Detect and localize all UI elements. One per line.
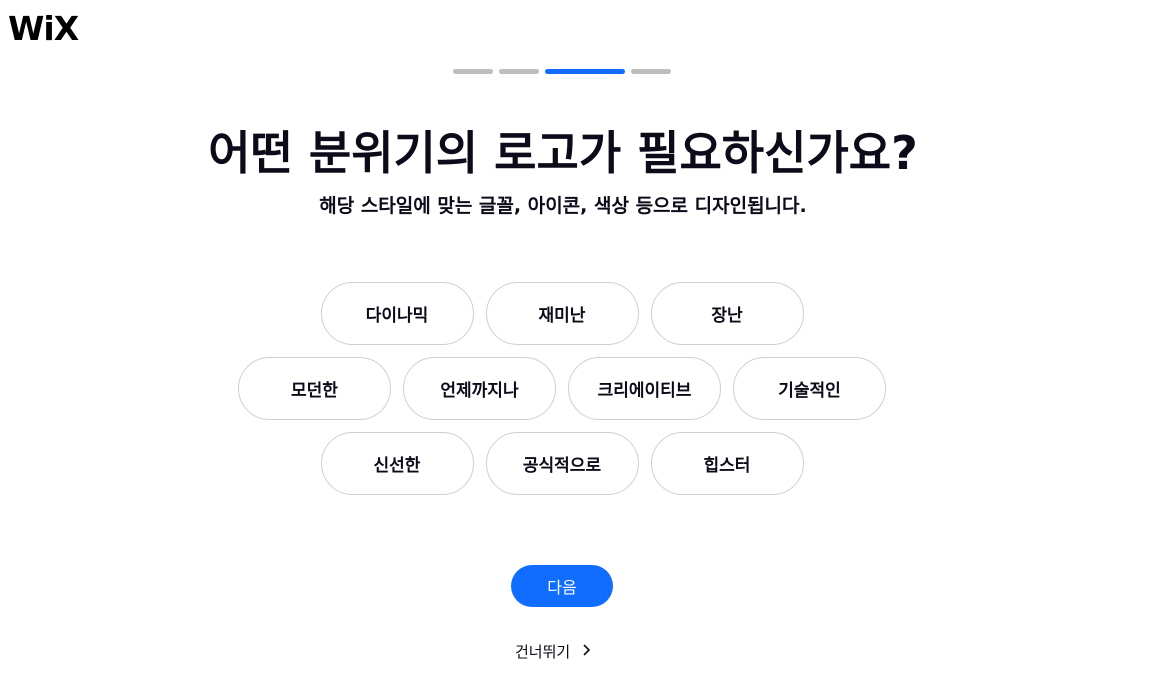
logo-maker-page: WiX 어떤 분위기의 로고가 필요하신가요? 해당 스타일에 맞는 글꼴, 아… bbox=[0, 0, 1156, 684]
style-chip-creative[interactable]: 크리에이티브 bbox=[568, 357, 721, 420]
style-chip-timeless[interactable]: 언제까지나 bbox=[403, 357, 556, 420]
style-chip-hipster[interactable]: 힙스터 bbox=[650, 432, 804, 495]
style-chip-formal[interactable]: 공식적으로 bbox=[485, 432, 639, 495]
style-options: 다이나믹 재미난 장난 모던한 언제까지나 크리에이티브 기술적인 신선한 공식… bbox=[0, 282, 1124, 507]
wix-logo[interactable]: WiX bbox=[8, 9, 79, 49]
style-chip-fun[interactable]: 재미난 bbox=[485, 282, 639, 345]
style-chip-playful[interactable]: 장난 bbox=[650, 282, 804, 345]
style-options-row-3: 신선한 공식적으로 힙스터 bbox=[0, 432, 1124, 495]
skip-link[interactable]: 건너뛰기 bbox=[515, 641, 592, 662]
next-button[interactable]: 다음 bbox=[511, 565, 613, 607]
logo-text: WiX bbox=[8, 9, 79, 48]
progress-indicator bbox=[453, 69, 671, 74]
progress-step-1 bbox=[453, 69, 493, 74]
page-title: 어떤 분위기의 로고가 필요하신가요? bbox=[208, 126, 918, 180]
progress-step-2 bbox=[499, 69, 539, 74]
progress-step-4 bbox=[631, 69, 671, 74]
skip-label: 건너뛰기 bbox=[515, 643, 571, 661]
style-chip-technical[interactable]: 기술적인 bbox=[733, 357, 886, 420]
style-options-row-2: 모던한 언제까지나 크리에이티브 기술적인 bbox=[0, 357, 1124, 420]
page-subtitle: 해당 스타일에 맞는 글꼴, 아이콘, 색상 등으로 디자인됩니다. bbox=[319, 195, 807, 217]
style-chip-modern[interactable]: 모던한 bbox=[238, 357, 391, 420]
chevron-right-icon bbox=[582, 642, 592, 662]
style-chip-fresh[interactable]: 신선한 bbox=[320, 432, 474, 495]
progress-step-3-current bbox=[545, 69, 625, 74]
style-chip-dynamic[interactable]: 다이나믹 bbox=[320, 282, 474, 345]
style-options-row-1: 다이나믹 재미난 장난 bbox=[0, 282, 1124, 345]
